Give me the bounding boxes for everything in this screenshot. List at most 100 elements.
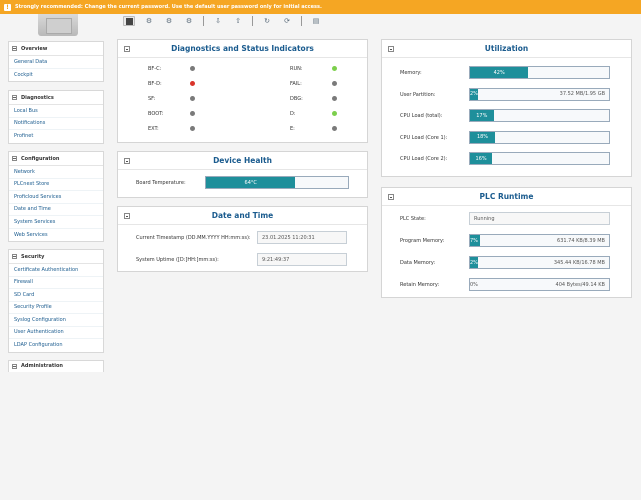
sidebar-item-ldap-configuration[interactable]: LDAP Configuration <box>9 339 103 352</box>
right-status-led <box>332 65 337 71</box>
plc-state-value: Running <box>469 212 610 225</box>
reset-button[interactable]: ⚙ <box>163 16 175 26</box>
nav-head-configuration[interactable]: Configuration <box>9 152 103 166</box>
utilization-row-fill: 16% <box>470 153 493 164</box>
nav-head-security[interactable]: Security <box>9 250 103 264</box>
runtime-row-detail: 345.44 KB/16.78 MB <box>553 259 605 266</box>
utilization-row-fill: 17% <box>470 110 494 121</box>
nav-group-security: Security Certificate Authentication Fire… <box>8 249 104 353</box>
sidebar-item-system-services[interactable]: System Services <box>9 216 103 229</box>
sidebar-item-proficloud-services[interactable]: Proficloud Services <box>9 191 103 204</box>
sidebar-item-profinet[interactable]: Profinet <box>9 130 103 143</box>
utilization-row-label: CPU Load (Core 2): <box>400 156 448 162</box>
left-status-led <box>190 65 195 71</box>
runtime-row-bar: 0% 404 Bytes/49.14 KB <box>469 278 610 291</box>
password-warning-bar: ! Strongly recommended: Change the curre… <box>0 0 641 14</box>
left-status-led <box>190 110 195 116</box>
stop-icon <box>125 17 133 25</box>
right-led-label: E: <box>290 126 295 132</box>
collapse-icon <box>12 46 17 51</box>
diagnostics-panel-header: Diagnostics and Status Indicators <box>118 40 367 58</box>
sidebar-item-network[interactable]: Network <box>9 166 103 179</box>
sidebar-item-plcnext-store[interactable]: PLCnext Store <box>9 179 103 191</box>
utilization-row-detail: 37.52 MB/1.95 GB <box>559 91 605 97</box>
uptime-value: 9:21:49:37 <box>257 253 347 266</box>
sidebar-item-date-and-time[interactable]: Date and Time <box>9 204 103 216</box>
sidebar-item-sd-card[interactable]: SD Card <box>9 289 103 302</box>
collapse-icon[interactable] <box>388 194 394 200</box>
sidebar-item-syslog-configuration[interactable]: Syslog Configuration <box>9 314 103 327</box>
sidebar-nav-security: Security Certificate Authentication Fire… <box>8 249 104 357</box>
export-button[interactable]: ▤ <box>310 16 322 26</box>
runtime-row-label: Retain Memory: <box>400 282 440 288</box>
utilization-row-label: Memory: <box>400 70 422 76</box>
toolbar-separator <box>252 16 253 26</box>
stop-button[interactable] <box>123 16 135 26</box>
utilization-row-bar: 42% <box>469 66 610 79</box>
right-led-label: FAIL: <box>290 81 302 87</box>
utilization-row-label: CPU Load (Core 1): <box>400 134 448 141</box>
plc-runtime-header: PLC Runtime <box>382 188 631 206</box>
sidebar-nav-configuration: Configuration Network PLCnext Store Prof… <box>8 151 104 246</box>
sidebar-item-firewall[interactable]: Firewall <box>9 277 103 289</box>
sidebar-item-notifications[interactable]: Notifications <box>9 118 103 130</box>
date-and-time-panel: Date and Time Current Timestamp (DD.MM.Y… <box>117 206 368 272</box>
nav-head-administration[interactable]: Administration <box>9 361 103 371</box>
sidebar-item-user-authentication[interactable]: User Authentication <box>9 327 103 339</box>
panel-title: Utilization <box>484 44 529 53</box>
collapse-icon[interactable] <box>124 46 130 52</box>
run-button[interactable]: ⚙ <box>143 16 155 26</box>
upload-button[interactable]: ⇧ <box>232 16 244 26</box>
collapse-icon[interactable] <box>124 213 130 219</box>
reboot-button[interactable]: ↻ <box>261 16 273 26</box>
panel-title: Diagnostics and Status Indicators <box>171 44 314 53</box>
export-icon: ▤ <box>312 17 320 25</box>
left-led-label: SF: <box>148 96 156 102</box>
utilization-panel: Utilization Memory: 42% User Partition: 2% 3… <box>381 39 632 177</box>
sidebar-item-certificate-authentication[interactable]: Certificate Authentication <box>9 264 103 277</box>
utilization-row-label: CPU Load (total): <box>400 113 443 119</box>
settings-button[interactable]: ⚙ <box>183 16 195 26</box>
right-led-label: DBG: <box>290 96 303 102</box>
left-status-led <box>190 125 195 131</box>
utilization-row-bar: 16% <box>469 152 610 165</box>
right-status-led <box>332 125 337 131</box>
sidebar-item-general-data[interactable]: General Data <box>9 56 103 69</box>
panel-title: Date and Time <box>211 211 274 220</box>
sidebar-item-local-bus[interactable]: Local Bus <box>9 105 103 118</box>
refresh-icon: ⟳ <box>284 17 290 25</box>
utilization-row-label: User Partition: <box>400 91 436 98</box>
runtime-row-detail: 631.74 KB/8.39 MB <box>557 237 605 244</box>
toolbar-separator <box>301 16 302 26</box>
runtime-row-label: Program Memory: <box>400 238 445 244</box>
refresh-button[interactable]: ⟳ <box>281 16 293 26</box>
upload-icon: ⇧ <box>235 17 241 25</box>
sidebar-nav-diagnostics: Diagnostics Local Bus Notifications Prof… <box>8 90 104 148</box>
utilization-row-fill: 2% <box>470 88 478 100</box>
utilization-row-bar: 18% <box>469 130 610 144</box>
utilization-row-bar: 2% 37.52 MB/1.95 GB <box>469 87 610 101</box>
runtime-row-bar: 7% 631.74 KB/8.39 MB <box>469 234 610 247</box>
warning-icon: ! <box>4 3 11 11</box>
runtime-row-detail: 404 Bytes/49.14 KB <box>555 281 605 288</box>
collapse-icon[interactable] <box>388 46 394 52</box>
utilization-row-fill: 18% <box>470 131 496 143</box>
left-led-label: BOOT: <box>148 111 164 117</box>
nav-head-diagnostics[interactable]: Diagnostics <box>9 91 103 105</box>
right-led-label: D: <box>290 111 296 117</box>
nav-group-configuration: Configuration Network PLCnext Store Prof… <box>8 151 104 242</box>
right-led-label: RUN: <box>290 66 303 72</box>
nav-head-overview[interactable]: Overview <box>9 42 103 56</box>
utilization-header: Utilization <box>382 40 631 58</box>
diagnostics-panel: Diagnostics and Status Indicators BF-C: B… <box>117 39 368 143</box>
sidebar-item-cockpit[interactable]: Cockpit <box>9 69 103 82</box>
sidebar-item-security-profile[interactable]: Security Profile <box>9 302 103 314</box>
left-led-label: BF-C: <box>148 66 162 72</box>
sidebar-item-web-services[interactable]: Web Services <box>9 229 103 242</box>
left-status-led <box>190 80 195 86</box>
panel-title: Device Health <box>213 156 272 165</box>
download-button[interactable]: ⇩ <box>212 16 224 26</box>
collapse-icon[interactable] <box>124 158 130 164</box>
right-status-led <box>332 80 337 86</box>
download-icon: ⇩ <box>215 17 221 25</box>
